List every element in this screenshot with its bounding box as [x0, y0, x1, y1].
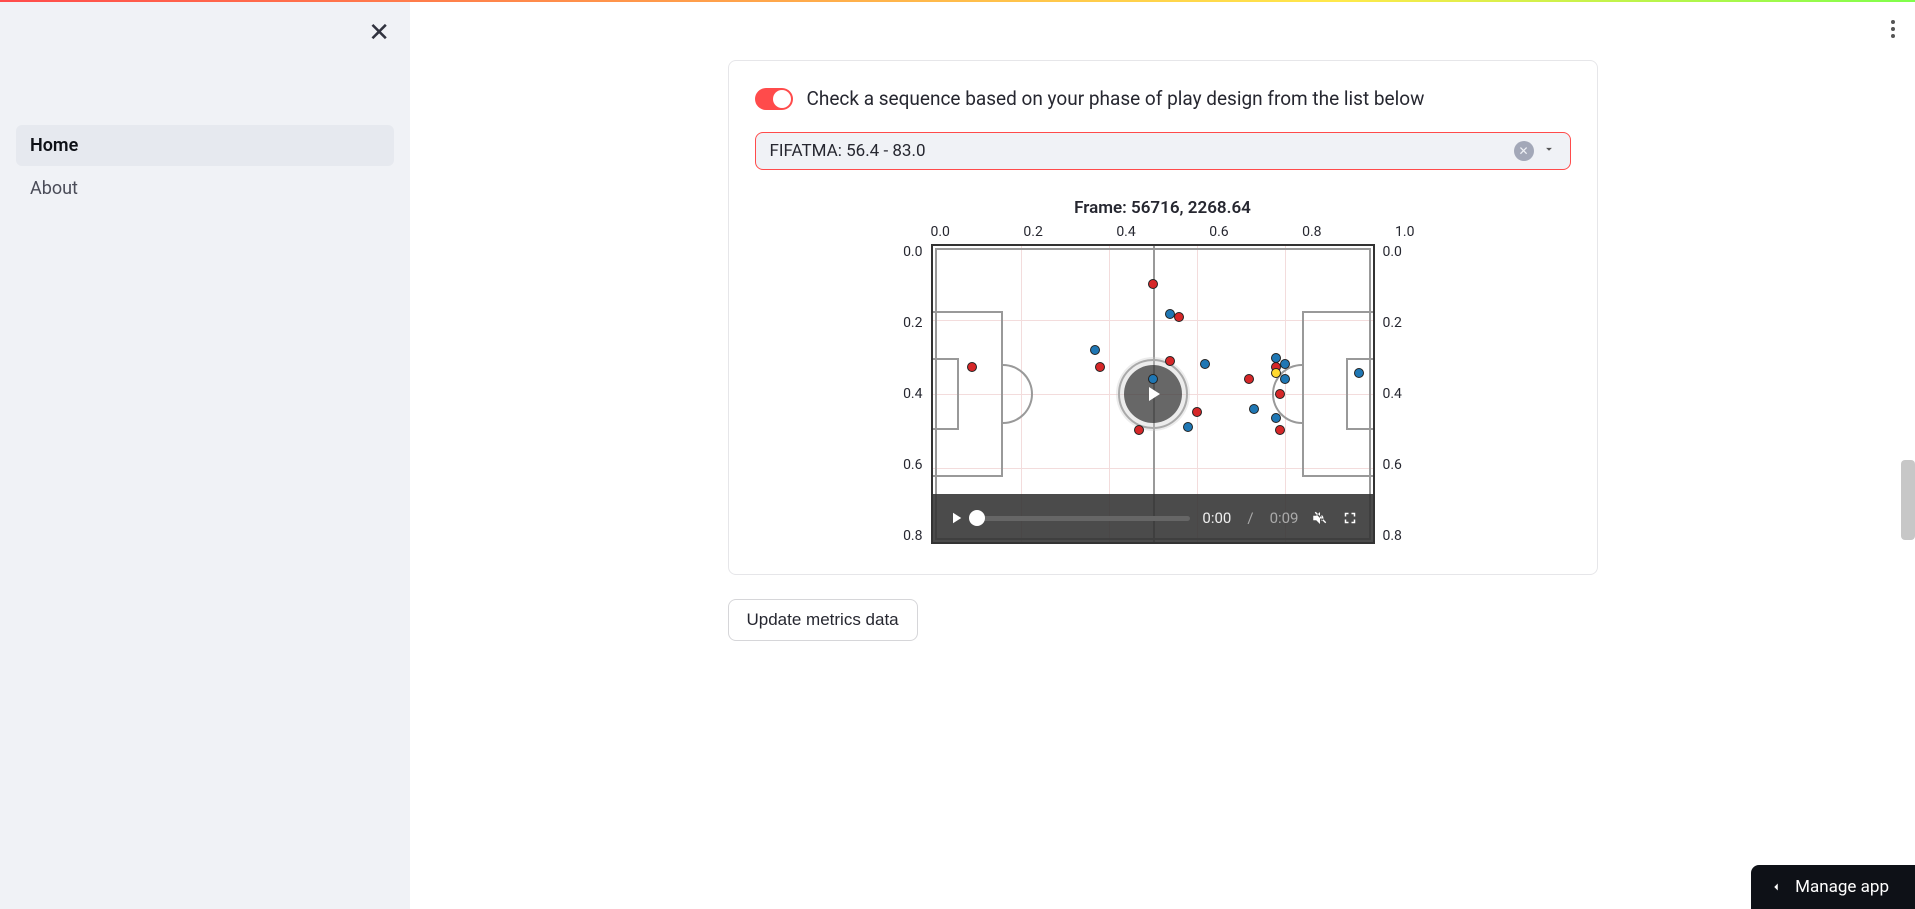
- scrollbar-thumb[interactable]: [1901, 460, 1915, 540]
- toggle-label: Check a sequence based on your phase of …: [807, 87, 1425, 110]
- data-point-blue: [1090, 345, 1100, 355]
- xtick: 1.0: [1395, 224, 1414, 240]
- ytick: 0.8: [1383, 528, 1405, 544]
- data-point-red: [1244, 374, 1254, 384]
- toggle-knob: [773, 90, 791, 108]
- select-value: FIFATMA: 56.4 - 83.0: [770, 141, 1514, 161]
- video-seek-thumb[interactable]: [969, 510, 985, 526]
- data-point-blue: [1165, 309, 1175, 319]
- sidebar-nav: Home About: [16, 125, 394, 211]
- xtick: 0.8: [1302, 224, 1321, 240]
- time-separator: /: [1247, 509, 1253, 527]
- app-root: ✕ Home About Check a sequence based on y…: [0, 0, 1915, 909]
- data-point-blue: [1200, 359, 1210, 369]
- sequence-toggle[interactable]: [755, 88, 793, 110]
- xtick: 0.2: [1023, 224, 1042, 240]
- xtick: 0.0: [931, 224, 950, 240]
- manage-app-label: Manage app: [1795, 877, 1889, 897]
- select-clear-button[interactable]: ✕: [1514, 141, 1534, 161]
- chevron-left-icon: [1769, 880, 1783, 894]
- ytick: 0.8: [891, 528, 923, 544]
- data-point-red: [1134, 425, 1144, 435]
- button-label: Update metrics data: [747, 610, 899, 629]
- data-point-red: [967, 362, 977, 372]
- sidebar-item-about[interactable]: About: [16, 168, 394, 209]
- fullscreen-icon[interactable]: [1341, 509, 1359, 527]
- sidebar-item-home[interactable]: Home: [16, 125, 394, 166]
- sidebar-item-label: About: [30, 178, 78, 199]
- data-point-blue: [1271, 413, 1281, 423]
- mute-icon[interactable]: [1311, 509, 1329, 527]
- main-menu-kebab[interactable]: [1885, 14, 1901, 44]
- data-point-blue: [1280, 374, 1290, 384]
- chart-container: Frame: 56716, 2268.64 0.0 0.2 0.4 0.6 0.…: [755, 198, 1571, 544]
- top-accent-bar: [0, 0, 1915, 2]
- video-current-time: 0:00: [1202, 509, 1231, 527]
- data-point-blue: [1183, 422, 1193, 432]
- video-play-button[interactable]: [947, 509, 965, 527]
- data-point-red: [1165, 356, 1175, 366]
- ytick: 0.6: [1383, 457, 1405, 473]
- chevron-down-icon: [1542, 141, 1556, 161]
- ytick: 0.2: [1383, 315, 1405, 331]
- data-point-red: [1174, 312, 1184, 322]
- ytick: 0.0: [1383, 244, 1405, 260]
- data-point-blue: [1280, 359, 1290, 369]
- video-controls: 0:00 / 0:09: [933, 494, 1373, 542]
- ytick: 0.6: [891, 457, 923, 473]
- close-sidebar-button[interactable]: ✕: [368, 20, 390, 46]
- data-point-red: [1148, 279, 1158, 289]
- ytick: 0.4: [1383, 386, 1405, 402]
- update-metrics-button[interactable]: Update metrics data: [728, 599, 918, 641]
- data-point-blue: [1249, 404, 1259, 414]
- data-point-red: [1192, 407, 1202, 417]
- sequence-card: Check a sequence based on your phase of …: [728, 60, 1598, 575]
- xtick: 0.6: [1209, 224, 1228, 240]
- video-total-time: 0:09: [1270, 509, 1299, 527]
- manage-app-button[interactable]: Manage app: [1751, 865, 1915, 909]
- ytick: 0.4: [891, 386, 923, 402]
- sidebar: ✕ Home About: [0, 0, 410, 909]
- pitch-plot[interactable]: 0:00 / 0:09: [931, 244, 1375, 544]
- xtick: 0.4: [1116, 224, 1135, 240]
- chart-title: Frame: 56716, 2268.64: [883, 198, 1443, 218]
- sequence-select[interactable]: FIFATMA: 56.4 - 83.0 ✕: [755, 132, 1571, 170]
- video-seek-track[interactable]: [977, 516, 1191, 521]
- data-point-ball: [1271, 368, 1281, 378]
- toggle-row: Check a sequence based on your phase of …: [755, 87, 1571, 110]
- data-point-blue: [1148, 374, 1158, 384]
- sidebar-item-label: Home: [30, 135, 78, 156]
- main-content: Check a sequence based on your phase of …: [410, 0, 1915, 909]
- ytick: 0.0: [891, 244, 923, 260]
- y-axis-ticks-right: 0.0 0.2 0.4 0.6 0.8: [1375, 244, 1413, 544]
- data-point-red: [1275, 425, 1285, 435]
- x-axis-ticks: 0.0 0.2 0.4 0.6 0.8 1.0: [883, 224, 1443, 244]
- data-point-red: [1275, 389, 1285, 399]
- data-point-blue: [1354, 368, 1364, 378]
- y-axis-ticks-left: 0.0 0.2 0.4 0.6 0.8: [883, 244, 931, 544]
- ytick: 0.2: [891, 315, 923, 331]
- data-point-red: [1095, 362, 1105, 372]
